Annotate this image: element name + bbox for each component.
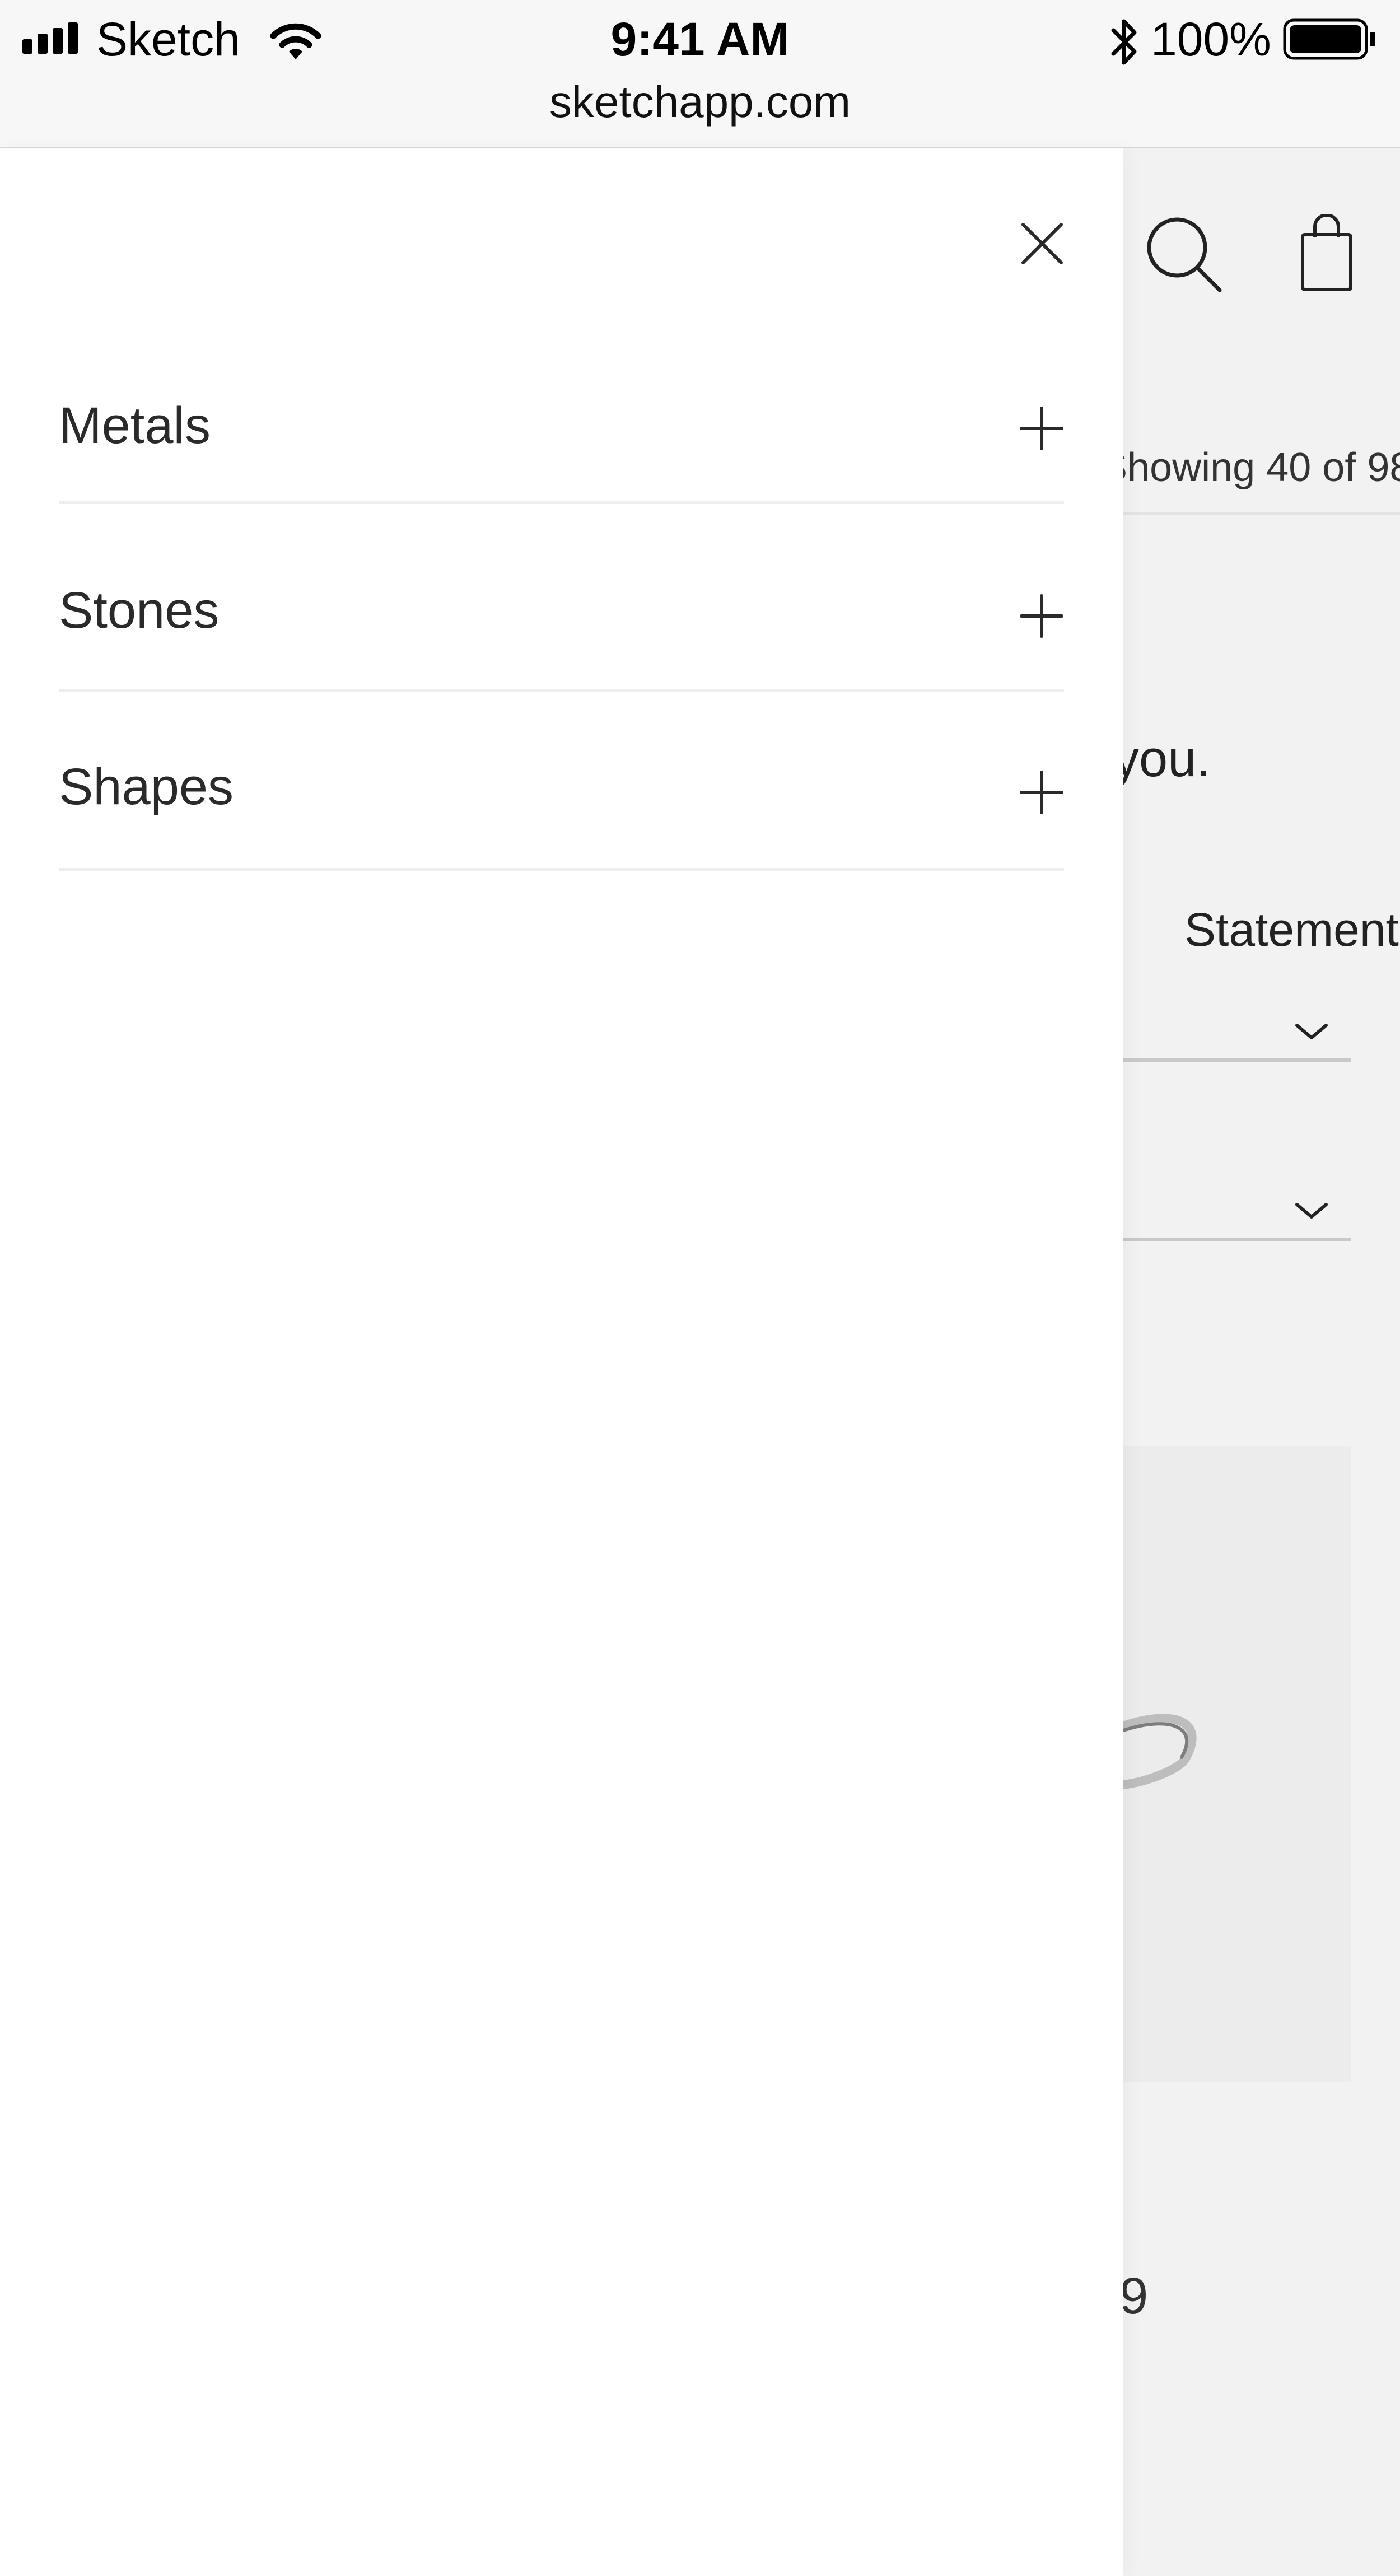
battery-icon — [1283, 18, 1375, 60]
filter-metals[interactable]: Metals — [59, 367, 1064, 504]
ring-icon — [1123, 1714, 1197, 1789]
filter-stones[interactable]: Stones — [59, 549, 1064, 692]
chevron-down-icon — [1295, 1024, 1328, 1039]
status-bar: Sketch 9:41 AM 100% sketchapp.com — [0, 0, 1400, 148]
close-icon — [1021, 223, 1063, 264]
search-icon[interactable] — [1142, 213, 1226, 297]
header-divider — [1123, 512, 1400, 515]
plus-icon — [1020, 771, 1063, 814]
filter-label: Metals — [59, 397, 211, 454]
chevron-down-icon — [1295, 1203, 1328, 1219]
plus-icon — [1020, 594, 1063, 638]
product-image[interactable] — [1123, 1446, 1351, 2082]
tab-statement[interactable]: Statement — [1184, 893, 1399, 966]
filter-shapes[interactable]: Shapes — [59, 725, 1064, 871]
filter-label: Stones — [59, 582, 220, 639]
shopping-bag-icon[interactable] — [1299, 214, 1355, 293]
result-count: Showing 40 of 989 — [1100, 445, 1400, 490]
page-tagline: you. — [1113, 730, 1211, 787]
bluetooth-icon — [1111, 19, 1137, 65]
filter-select[interactable] — [1123, 1170, 1351, 1241]
filter-label: Shapes — [59, 758, 234, 815]
sort-select[interactable] — [1123, 991, 1351, 1062]
filter-drawer: Metals Stones Shapes — [0, 148, 1123, 2576]
browser-url[interactable]: sketchapp.com — [0, 74, 1400, 130]
battery-percentage: 100% — [1151, 13, 1271, 66]
plus-icon — [1020, 407, 1063, 450]
close-button[interactable] — [1011, 213, 1073, 274]
